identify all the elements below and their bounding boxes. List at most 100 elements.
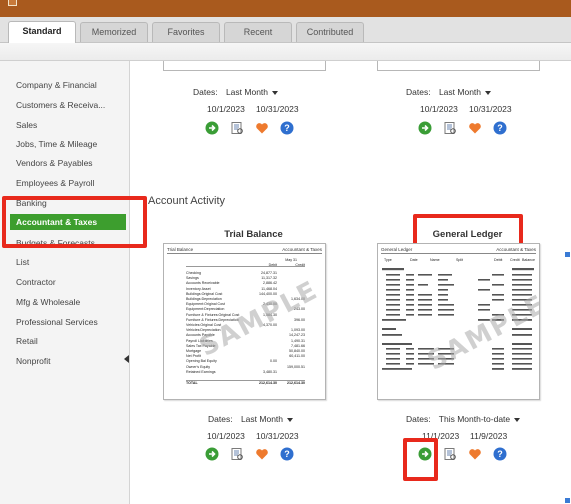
row-credit: 14,247.23: [289, 333, 305, 338]
tab-recent[interactable]: Recent: [224, 22, 292, 42]
report-header-category: Accountant & Taxes: [496, 247, 536, 252]
row-account: Equipment:Depreciation: [186, 307, 225, 312]
favorite-heart-icon[interactable]: [255, 447, 269, 461]
run-report-icon[interactable]: [205, 447, 219, 461]
column-header: Type: [384, 258, 392, 262]
chevron-down-icon: [272, 90, 279, 95]
trial-balance-preview[interactable]: Trial Balance Accountant & Taxes May 31 …: [163, 243, 326, 400]
sidebar-item-jobs-time-mileage[interactable]: Jobs, Time & Mileage: [16, 136, 128, 152]
sidebar-item-sales[interactable]: Sales: [16, 117, 128, 133]
date-from-top-left: 10/1/2023: [207, 104, 245, 114]
sidebar-item-customers-receivables[interactable]: Customers & Receiva...: [16, 97, 128, 113]
dates-dropdown-value: Last Month: [438, 87, 482, 97]
favorite-heart-icon[interactable]: [468, 121, 482, 135]
dates-label: Dates:: [406, 414, 431, 424]
window-menu-icon[interactable]: [8, 0, 17, 6]
sidebar-item-mfg-wholesale[interactable]: Mfg & Wholesale: [16, 294, 128, 310]
column-header: Credit: [510, 258, 520, 262]
row-debit: 24,877.31: [261, 271, 277, 275]
run-report-icon[interactable]: [205, 121, 219, 135]
date-to-trial-balance: 10/31/2023: [256, 431, 299, 441]
tab-standard[interactable]: Standard: [8, 21, 76, 43]
help-icon[interactable]: ?: [280, 447, 294, 461]
section-title: Account Activity: [148, 195, 226, 207]
chevron-down-icon: [287, 417, 294, 422]
table-row: Accounts Receivable 2,886.42: [186, 281, 305, 285]
help-icon[interactable]: ?: [280, 121, 294, 135]
date-from-top-right: 10/1/2023: [420, 104, 458, 114]
table-row: Owner's Equity 159,000.51: [186, 365, 305, 369]
row-credit: 396.00: [294, 317, 305, 322]
report-header: Trial Balance Accountant & Taxes: [167, 247, 322, 254]
tab-content-header: [0, 43, 571, 61]
row-credit: 7,481.66: [291, 343, 305, 348]
resize-handle[interactable]: [565, 498, 570, 503]
general-ledger-preview[interactable]: General Ledger Accountant & Taxes Type Da…: [377, 243, 540, 400]
sidebar-item-retail[interactable]: Retail: [16, 333, 128, 349]
report-card-preview-top-left[interactable]: [163, 61, 326, 71]
row-account: Savings: [186, 276, 199, 281]
date-to-top-left: 10/31/2023: [256, 104, 299, 114]
dates-label: Dates:: [406, 87, 431, 97]
dates-label: Dates:: [193, 87, 218, 97]
sidebar-item-vendors-payables[interactable]: Vendors & Payables: [16, 155, 128, 171]
dates-dropdown[interactable]: Last Month: [225, 87, 279, 97]
dates-row-general-ledger: Dates: This Month-to-date: [406, 414, 521, 424]
sidebar-item-list[interactable]: List: [16, 254, 128, 270]
row-account: Equipment:Original Cost: [186, 302, 225, 307]
run-report-icon[interactable]: [418, 121, 432, 135]
sidebar-item-nonprofit[interactable]: Nonprofit: [16, 353, 128, 369]
table-row: Retained Earnings 3,480.31: [186, 370, 305, 374]
column-header: Balance: [522, 258, 535, 262]
svg-text:?: ?: [497, 449, 503, 459]
help-icon[interactable]: ?: [493, 121, 507, 135]
row-account: Inventory Asset: [186, 286, 211, 291]
dates-dropdown[interactable]: Last Month: [438, 87, 492, 97]
resize-handle[interactable]: [565, 252, 570, 257]
row-account: Checking: [186, 271, 201, 275]
dates-dropdown-value: Last Month: [240, 414, 284, 424]
collapse-sidebar-icon[interactable]: [124, 355, 129, 363]
row-account: Owner's Equity: [186, 364, 211, 369]
tab-favorites[interactable]: Favorites: [152, 22, 220, 42]
column-header: Name: [430, 258, 440, 262]
svg-text:?: ?: [284, 449, 290, 459]
column-header: May 31: [186, 258, 305, 262]
chevron-down-icon: [514, 417, 521, 422]
report-card-preview-top-right[interactable]: [377, 61, 540, 71]
dates-dropdown-value: This Month-to-date: [438, 414, 511, 424]
svg-text:?: ?: [284, 123, 290, 133]
row-debit: 0.00: [270, 359, 277, 364]
info-icon[interactable]: [230, 447, 244, 461]
row-credit: 159,000.51: [287, 364, 305, 369]
help-icon[interactable]: ?: [493, 447, 507, 461]
table-row: Checking 24,877.31: [186, 271, 305, 275]
row-debit: 11,317.32: [261, 276, 277, 281]
dates-dropdown[interactable]: This Month-to-date: [438, 414, 521, 424]
favorite-heart-icon[interactable]: [255, 121, 269, 135]
tab-memorized[interactable]: Memorized: [80, 22, 148, 42]
sidebar-item-company-financial[interactable]: Company & Financial: [16, 77, 128, 93]
sidebar-item-contractor[interactable]: Contractor: [16, 274, 128, 290]
total-debit: 212,614.30: [259, 381, 277, 385]
date-to-top-right: 10/31/2023: [469, 104, 512, 114]
info-icon[interactable]: [443, 447, 457, 461]
highlight-run-general-ledger: [403, 438, 438, 481]
dates-dropdown[interactable]: Last Month: [240, 414, 294, 424]
sidebar-item-professional-services[interactable]: Professional Services: [16, 314, 128, 330]
highlight-accountant-taxes: [2, 196, 147, 248]
info-icon[interactable]: [443, 121, 457, 135]
sidebar-item-employees-payroll[interactable]: Employees & Payroll: [16, 175, 128, 191]
row-account: Net Profit: [186, 354, 201, 359]
row-account: Buildings:Original Cost: [186, 291, 223, 296]
info-icon[interactable]: [230, 121, 244, 135]
column-header: Debit: [494, 258, 503, 262]
trial-balance-title[interactable]: Trial Balance: [172, 229, 335, 240]
total-credit: 212,614.30: [287, 381, 305, 385]
favorite-heart-icon[interactable]: [468, 447, 482, 461]
row-debit: 11,468.04: [261, 286, 277, 291]
svg-text:?: ?: [497, 123, 503, 133]
tab-contributed[interactable]: Contributed: [296, 22, 364, 42]
row-account: Retained Earnings: [186, 369, 216, 374]
dates-dropdown-value: Last Month: [225, 87, 269, 97]
